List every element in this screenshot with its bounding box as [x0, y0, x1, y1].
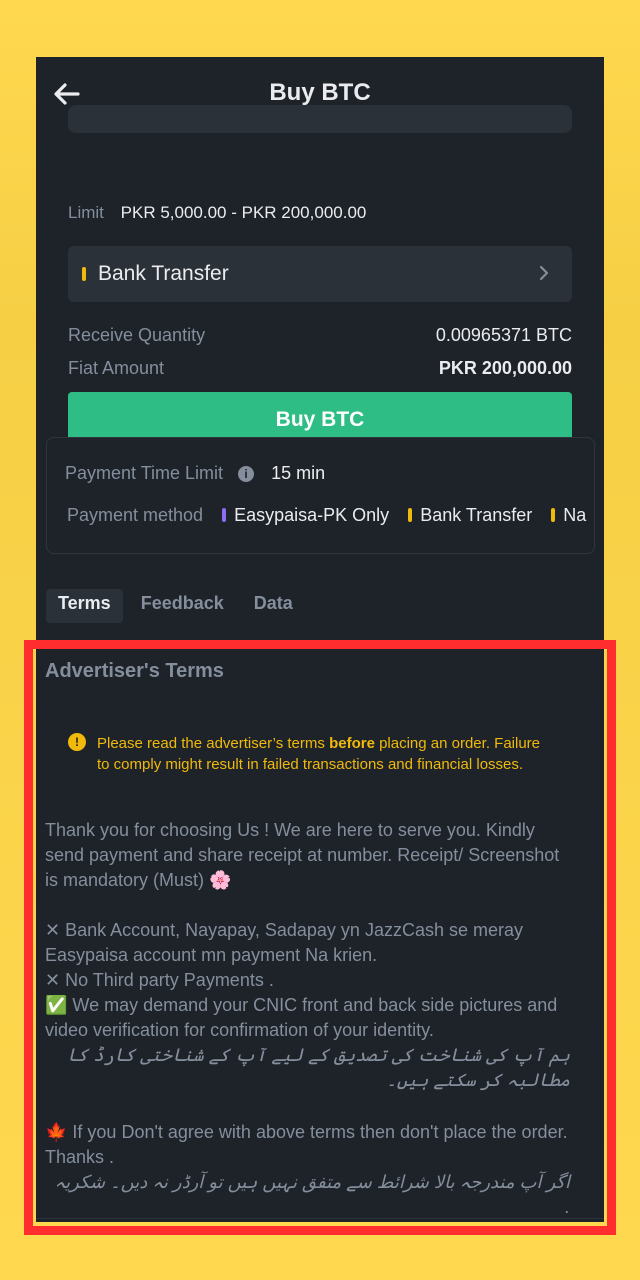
payment-method-chip-label: Easypaisa-PK Only: [234, 505, 390, 525]
order-card: Limit PKR 5,000.00 - PKR 200,000.00 Bank…: [48, 105, 592, 465]
terms-line: ✅ We may demand your CNIC front and back…: [45, 995, 558, 1040]
tab-feedback[interactable]: Feedback: [129, 589, 236, 623]
payment-info-box: Payment Time Limit i 15 min Payment meth…: [46, 437, 595, 554]
payment-method-label-static: Payment method: [67, 505, 204, 525]
terms-line: 🍁 If you Don't agree with above terms th…: [45, 1122, 568, 1167]
limit-value: PKR 5,000.00 - PKR 200,000.00: [120, 203, 367, 222]
payment-method-chip-label: Na: [563, 505, 587, 525]
payment-method-chip-label: Bank Transfer: [420, 505, 533, 525]
payment-time-limit-label: Payment Time Limit: [65, 463, 224, 483]
limit-label: Limit: [68, 203, 104, 222]
payment-method-color-bar: [222, 508, 227, 522]
payment-method-chip: Bank Transfer: [408, 505, 537, 525]
terms-urdu-line: ہم آپ کی شناخت کی تصدیق کے لیے آپ کے شنا…: [67, 1045, 570, 1090]
fiat-amount-value: PKR 200,000.00: [438, 358, 572, 378]
page-title: Buy BTC: [269, 79, 371, 106]
tab-bar: Terms Feedback Data: [46, 589, 305, 623]
warning-text: Please read the advertiser’s terms befor…: [97, 733, 547, 775]
terms-line: ✕ Bank Account, Nayapay, Sadapay yn Jazz…: [45, 920, 523, 965]
payment-method-label: Bank Transfer: [98, 262, 229, 285]
divider: [36, 1218, 604, 1219]
warning-icon: !: [68, 733, 86, 751]
tab-terms[interactable]: Terms: [46, 589, 123, 623]
limit-row: Limit PKR 5,000.00 - PKR 200,000.00: [68, 203, 366, 223]
payment-time-limit-row: Payment Time Limit i 15 min: [65, 463, 595, 484]
terms-line: ✕ No Third party Payments .: [45, 970, 274, 990]
payment-method-color-bar: [408, 508, 413, 522]
warning-text-bold: before: [329, 735, 375, 752]
payment-method-color-bar: [551, 508, 556, 522]
payment-method-selector[interactable]: Bank Transfer: [68, 246, 572, 302]
terms-paragraph: Thank you for choosing Us ! We are here …: [45, 820, 560, 890]
payment-time-limit-value: 15 min: [271, 463, 326, 483]
fiat-amount-label: Fiat Amount: [68, 358, 165, 378]
amount-input-edge[interactable]: [68, 105, 572, 133]
receive-quantity-label: Receive Quantity: [68, 325, 206, 345]
receive-quantity-value: 0.00965371 BTC: [435, 325, 572, 345]
payment-methods-row: Payment method Easypaisa-PK Only Bank Tr…: [67, 505, 597, 526]
payment-method-chip: Na: [551, 505, 586, 525]
warning-text-part: Please read the advertiser’s terms: [97, 735, 330, 752]
tab-data[interactable]: Data: [242, 589, 305, 623]
advertiser-terms-section: Advertiser's Terms ! Please read the adv…: [45, 660, 575, 1217]
terms-urdu-line: اگر آپ مندرجہ بالا شرائط سے متفق نہیں ہی…: [54, 1172, 570, 1217]
info-icon[interactable]: i: [238, 466, 255, 482]
terms-title: Advertiser's Terms: [45, 660, 224, 682]
payment-method-chip: Easypaisa-PK Only: [222, 505, 394, 525]
chevron-right-icon: [539, 265, 549, 281]
payment-method-color-bar: [82, 267, 86, 281]
